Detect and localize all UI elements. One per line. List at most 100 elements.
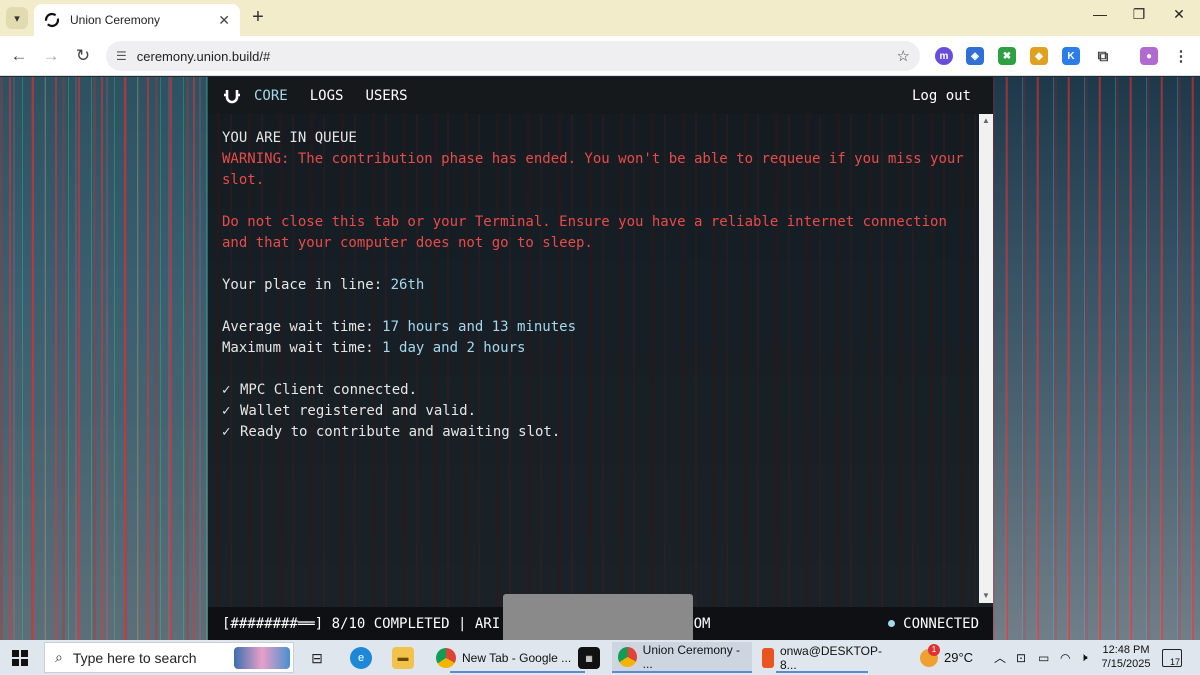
union-favicon-icon xyxy=(44,12,60,28)
weather-temp: 29°C xyxy=(944,650,974,665)
glitch-background-right xyxy=(992,77,1200,640)
average-wait: Average wait time: 17 hours and 13 minut… xyxy=(222,317,972,338)
taskbar-clock[interactable]: 12:48 PM 7/15/2025 xyxy=(1100,643,1152,671)
windows-start-icon[interactable] xyxy=(0,649,40,666)
glitch-background-left xyxy=(0,77,208,640)
search-icon: ⌕ xyxy=(55,649,63,665)
window-minimize-icon[interactable]: — xyxy=(1085,6,1115,22)
extension-k-icon[interactable]: K xyxy=(1062,47,1080,65)
clock-time: 12:48 PM xyxy=(1102,644,1150,656)
scroll-down-arrow-icon[interactable]: ▼ xyxy=(979,589,993,603)
average-wait-value: 17 hours and 13 minutes xyxy=(382,319,577,335)
window-restore-icon[interactable]: ❐ xyxy=(1124,6,1154,23)
browser-tab-strip: ▾ Union Ceremony ✕ + — ❐ ✕ xyxy=(0,0,1200,36)
file-explorer-icon[interactable]: ▬ xyxy=(392,647,414,669)
search-highlight-icon[interactable] xyxy=(234,647,290,669)
redaction-box xyxy=(503,594,693,640)
browser-toolbar: ← → ↻ ☰ ceremony.union.build/# ☆ m ◈ ✖ ◆… xyxy=(0,36,1200,76)
notice-line-1: Do not close this tab or your Terminal. … xyxy=(222,214,947,230)
check-item: ✓ MPC Client connected. xyxy=(222,380,972,401)
scroll-up-arrow-icon[interactable]: ▲ xyxy=(979,114,993,128)
forward-arrow-icon[interactable]: → xyxy=(40,45,62,67)
wifi-icon[interactable]: ◠ xyxy=(1060,640,1070,675)
union-logo-icon[interactable] xyxy=(222,86,242,106)
search-placeholder: Type here to search xyxy=(72,649,197,666)
check-text: MPC Client connected. xyxy=(240,382,418,398)
clock-date: 7/15/2025 xyxy=(1101,658,1151,670)
weather-icon: 1 xyxy=(920,643,940,667)
logout-button[interactable]: Log out xyxy=(912,88,971,104)
tray-network-devices-icon[interactable]: ⊡ xyxy=(1016,640,1026,675)
chrome-icon xyxy=(436,647,456,668)
place-in-line: Your place in line: 26th xyxy=(222,275,972,296)
terminal-output: YOU ARE IN QUEUE WARNING: The contributi… xyxy=(222,128,972,443)
tab-title: Union Ceremony xyxy=(70,13,161,27)
bookmark-star-icon[interactable]: ☆ xyxy=(897,47,910,65)
ceremony-terminal: CORE LOGS USERS Log out YOU ARE IN QUEUE… xyxy=(208,77,993,640)
battery-icon[interactable]: ▭ xyxy=(1038,640,1049,675)
connection-status: CONNECTED xyxy=(888,616,979,632)
task-view-icon[interactable]: ⊟ xyxy=(306,647,328,669)
maximum-wait-value: 1 day and 2 hours xyxy=(382,340,526,356)
task-label: Union Ceremony - ... xyxy=(642,642,741,671)
extension-orange-icon[interactable]: ◆ xyxy=(1030,47,1048,65)
extension-m-icon[interactable]: m xyxy=(935,47,953,65)
notification-center-icon[interactable]: 17 xyxy=(1162,640,1182,675)
window-close-icon[interactable]: ✕ xyxy=(1164,6,1194,23)
page-background: CORE LOGS USERS Log out YOU ARE IN QUEUE… xyxy=(0,77,1200,640)
back-arrow-icon[interactable]: ← xyxy=(8,45,30,67)
place-value: 26th xyxy=(390,277,425,293)
weather-badge: 1 xyxy=(928,643,940,656)
taskbar-task-union-ceremony[interactable]: Union Ceremony - ... xyxy=(612,642,752,673)
nav-tab-core[interactable]: CORE xyxy=(254,88,288,104)
task-label: New Tab - Google ... xyxy=(462,650,572,665)
check-item: ✓ Wallet registered and valid. xyxy=(222,401,972,422)
tray-chevron-icon[interactable]: ︿ xyxy=(994,640,1006,675)
checkmark-icon: ✓ xyxy=(222,403,231,419)
taskbar-task-terminal[interactable]: onwa@DESKTOP-8... xyxy=(756,642,888,673)
reload-icon[interactable]: ↻ xyxy=(72,45,94,67)
check-text: Wallet registered and valid. xyxy=(240,403,477,419)
extension-translate-icon[interactable]: ◈ xyxy=(966,47,984,65)
task-label: onwa@DESKTOP-8... xyxy=(780,643,882,672)
address-bar[interactable]: ☰ ceremony.union.build/# ☆ xyxy=(106,41,920,71)
volume-muted-icon[interactable]: 🕨 xyxy=(1080,640,1088,675)
average-wait-label: Average wait time: xyxy=(222,319,383,335)
status-dot-icon xyxy=(888,620,896,627)
extension-green-icon[interactable]: ✖ xyxy=(998,47,1016,65)
edge-browser-icon[interactable]: e xyxy=(350,647,372,669)
app-icon[interactable]: ▦ xyxy=(578,647,600,669)
warning-line-1: WARNING: The contribution phase has ende… xyxy=(222,151,964,167)
checkmark-icon: ✓ xyxy=(222,382,231,398)
browser-tab-union-ceremony[interactable]: Union Ceremony ✕ xyxy=(34,4,240,36)
nav-tab-logs[interactable]: LOGS xyxy=(310,88,344,104)
place-label: Your place in line: xyxy=(222,277,391,293)
terminal-header: CORE LOGS USERS Log out xyxy=(208,77,993,114)
progress-text: 8/10 COMPLETED | ARI xyxy=(323,615,501,632)
tab-close-icon[interactable]: ✕ xyxy=(218,12,230,29)
ubuntu-terminal-icon xyxy=(762,647,774,668)
new-tab-plus-icon[interactable]: + xyxy=(248,6,268,29)
queue-title: YOU ARE IN QUEUE xyxy=(222,130,357,146)
status-text: CONNECTED xyxy=(903,615,979,632)
check-text: Ready to contribute and awaiting slot. xyxy=(240,424,561,440)
browser-menu-icon[interactable]: ⋮ xyxy=(1172,47,1190,65)
check-item: ✓ Ready to contribute and awaiting slot. xyxy=(222,422,972,443)
site-info-icon[interactable]: ☰ xyxy=(116,49,127,63)
checkmark-icon: ✓ xyxy=(222,424,231,440)
tab-search-chevron-icon[interactable]: ▾ xyxy=(6,7,28,29)
warning-line-2: slot. xyxy=(222,172,265,188)
profile-avatar-icon[interactable]: ● xyxy=(1140,47,1158,65)
weather-widget[interactable]: 1 29°C xyxy=(920,640,973,675)
maximum-wait-label: Maximum wait time: xyxy=(222,340,383,356)
notice-line-2: and that your computer does not go to sl… xyxy=(222,235,593,251)
extensions-puzzle-icon[interactable]: ⧉ xyxy=(1094,47,1112,65)
maximum-wait: Maximum wait time: 1 day and 2 hours xyxy=(222,338,972,359)
chrome-icon xyxy=(618,646,637,667)
address-url[interactable]: ceremony.union.build/# xyxy=(137,49,897,64)
nav-tab-users[interactable]: USERS xyxy=(365,88,407,104)
notification-count: 17 xyxy=(1162,648,1182,667)
progress-bar: [########══] xyxy=(222,615,324,632)
windows-taskbar: ⌕ Type here to search ⊟ e ▬ New Tab - Go… xyxy=(0,640,1200,675)
terminal-scrollbar[interactable]: ▲ ▼ xyxy=(979,114,993,603)
